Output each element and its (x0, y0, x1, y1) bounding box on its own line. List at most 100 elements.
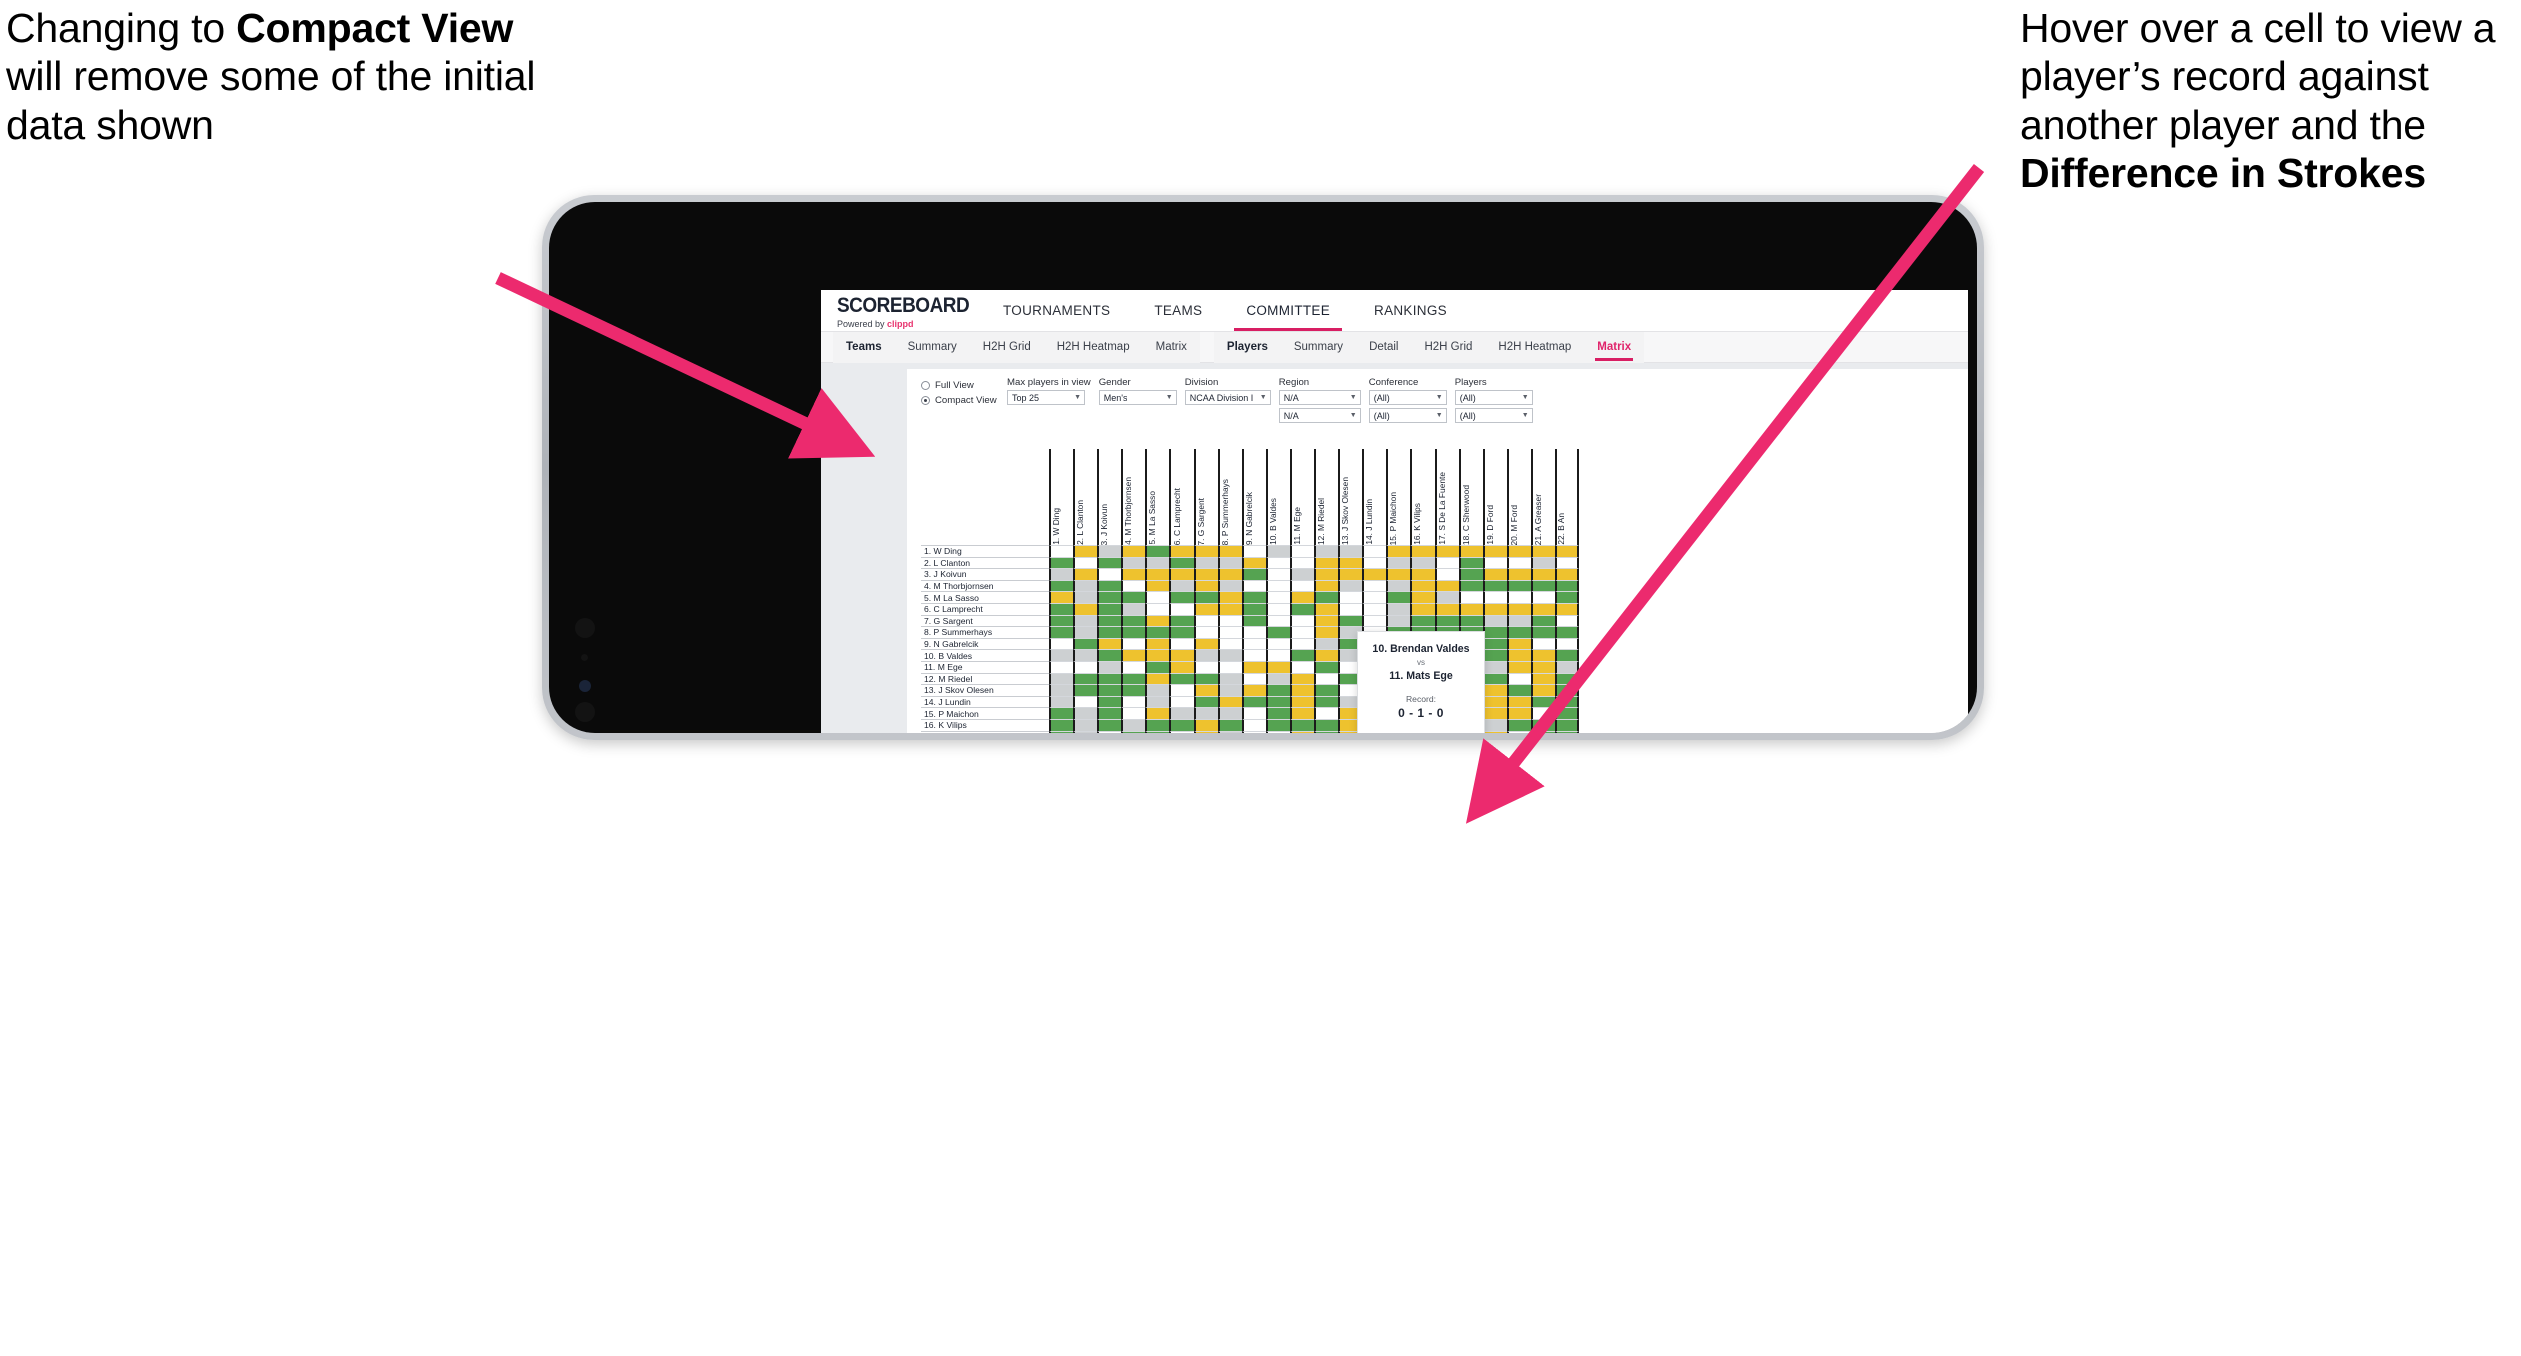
matrix-cell[interactable] (1289, 556, 1315, 569)
matrix-cell[interactable] (1314, 614, 1339, 627)
matrix-cell[interactable] (1506, 556, 1531, 569)
matrix-col-header[interactable]: 6. C Lamprecht (1169, 449, 1193, 545)
matrix-cell[interactable] (1482, 672, 1507, 685)
matrix-cell[interactable] (1121, 568, 1146, 580)
matrix-cell[interactable] (1506, 568, 1531, 580)
matrix-cell[interactable] (1265, 579, 1290, 592)
matrix-cell[interactable] (1241, 730, 1266, 733)
matrix-col-header[interactable]: 3. J Koivun (1097, 449, 1121, 545)
matrix-cell[interactable] (1241, 614, 1266, 627)
matrix-cell[interactable] (1554, 672, 1580, 685)
matrix-cell[interactable] (1145, 556, 1170, 569)
matrix-cell[interactable] (1049, 660, 1074, 673)
matrix-row-header[interactable]: 14. J Lundin (921, 695, 1049, 708)
matrix-cell[interactable] (1338, 579, 1363, 592)
matrix-cell[interactable] (1265, 637, 1290, 650)
matrix-cell[interactable] (1482, 556, 1507, 569)
matrix-col-header[interactable]: 18. C Sherwood (1458, 449, 1483, 545)
matrix-cell[interactable] (1554, 684, 1580, 696)
matrix-cell[interactable] (1554, 707, 1580, 719)
matrix-cell[interactable] (1049, 602, 1074, 615)
matrix-cell[interactable] (1049, 545, 1074, 557)
matrix-cell[interactable] (1362, 556, 1387, 569)
matrix-cell[interactable] (1217, 614, 1242, 627)
matrix-cell[interactable] (1506, 707, 1531, 719)
matrix-cell[interactable] (1073, 730, 1098, 733)
matrix-col-header[interactable]: 15. P Maichon (1386, 449, 1410, 545)
matrix-cell[interactable] (1482, 660, 1507, 673)
subtab-teams-summary[interactable]: Summary (895, 332, 970, 363)
matrix-cell[interactable] (1386, 556, 1411, 569)
matrix-cell[interactable] (1362, 591, 1387, 603)
matrix-cell[interactable] (1193, 637, 1218, 650)
matrix-cell[interactable] (1314, 684, 1339, 696)
matrix-cell[interactable] (1289, 591, 1315, 603)
matrix-cell[interactable] (1289, 626, 1315, 638)
matrix-cell[interactable] (1073, 672, 1098, 685)
matrix-cell[interactable] (1121, 626, 1146, 638)
matrix-cell[interactable] (1217, 545, 1242, 557)
matrix-cell[interactable] (1289, 730, 1315, 733)
matrix-cell[interactable] (1049, 649, 1074, 661)
matrix-cell[interactable] (1506, 614, 1531, 627)
matrix-cell[interactable] (1289, 660, 1315, 673)
matrix-cell[interactable] (1530, 556, 1555, 569)
matrix-cell[interactable] (1049, 684, 1074, 696)
matrix-cell[interactable] (1289, 568, 1315, 580)
matrix-col-header[interactable]: 8. P Summerhays (1217, 449, 1242, 545)
matrix-cell[interactable] (1530, 591, 1555, 603)
matrix-cell[interactable] (1554, 718, 1580, 731)
matrix-cell[interactable] (1073, 545, 1098, 557)
subtab-players-h2h-grid[interactable]: H2H Grid (1411, 332, 1485, 363)
matrix-cell[interactable] (1506, 626, 1531, 638)
matrix-cell[interactable] (1169, 568, 1194, 580)
matrix-row-header[interactable]: 4. M Thorbjornsen (921, 579, 1049, 592)
matrix-cell[interactable] (1506, 637, 1531, 650)
matrix-cell[interactable] (1482, 707, 1507, 719)
matrix-cell[interactable] (1314, 672, 1339, 685)
matrix-cell[interactable] (1217, 672, 1242, 685)
matrix-cell[interactable] (1362, 568, 1387, 580)
matrix-cell[interactable] (1145, 695, 1170, 708)
matrix-col-header[interactable]: 11. M Ege (1289, 449, 1314, 545)
matrix-cell[interactable] (1097, 614, 1122, 627)
matrix-cell[interactable] (1217, 568, 1242, 580)
filter-players-select[interactable]: (All) ▼ (1454, 390, 1533, 405)
matrix-cell[interactable] (1314, 579, 1339, 592)
matrix-col-header[interactable]: 9. N Gabrelcik (1241, 449, 1266, 545)
matrix-cell[interactable] (1241, 649, 1266, 661)
filter-region-select[interactable]: N/A ▼ (1278, 390, 1361, 405)
matrix-cell[interactable] (1169, 672, 1194, 685)
matrix-col-header[interactable]: 17. S De La Fuente (1434, 449, 1459, 545)
matrix-cell[interactable] (1073, 626, 1098, 638)
matrix-cell[interactable] (1265, 718, 1290, 731)
matrix-cell[interactable] (1121, 707, 1146, 719)
matrix-cell[interactable] (1217, 579, 1242, 592)
matrix-cell[interactable] (1314, 695, 1339, 708)
matrix-cell[interactable] (1482, 684, 1507, 696)
matrix-cell[interactable] (1338, 556, 1363, 569)
matrix-cell[interactable] (1458, 591, 1483, 603)
matrix-cell[interactable] (1338, 614, 1363, 627)
matrix-cell[interactable] (1265, 695, 1290, 708)
matrix-cell[interactable] (1482, 649, 1507, 661)
matrix-col-header[interactable]: 4. M Thorbjornsen (1121, 449, 1145, 545)
matrix-cell[interactable] (1386, 568, 1411, 580)
matrix-cell[interactable] (1554, 614, 1580, 627)
subtab-players-matrix[interactable]: Matrix (1584, 332, 1644, 363)
matrix-cell[interactable] (1458, 568, 1483, 580)
matrix-cell[interactable] (1145, 730, 1170, 733)
matrix-col-header[interactable]: 19. D Ford (1482, 449, 1507, 545)
filter-division-select[interactable]: NCAA Division I ▼ (1184, 390, 1271, 405)
matrix-cell[interactable] (1049, 695, 1074, 708)
matrix-cell[interactable] (1241, 707, 1266, 719)
matrix-cell[interactable] (1289, 672, 1315, 685)
matrix-cell[interactable] (1217, 718, 1242, 731)
matrix-cell[interactable] (1169, 730, 1194, 733)
matrix-cell[interactable] (1121, 637, 1146, 650)
matrix-cell[interactable] (1217, 695, 1242, 708)
matrix-cell[interactable] (1121, 660, 1146, 673)
matrix-cell[interactable] (1073, 718, 1098, 731)
matrix-cell[interactable] (1169, 591, 1194, 603)
matrix-cell[interactable] (1049, 556, 1074, 569)
